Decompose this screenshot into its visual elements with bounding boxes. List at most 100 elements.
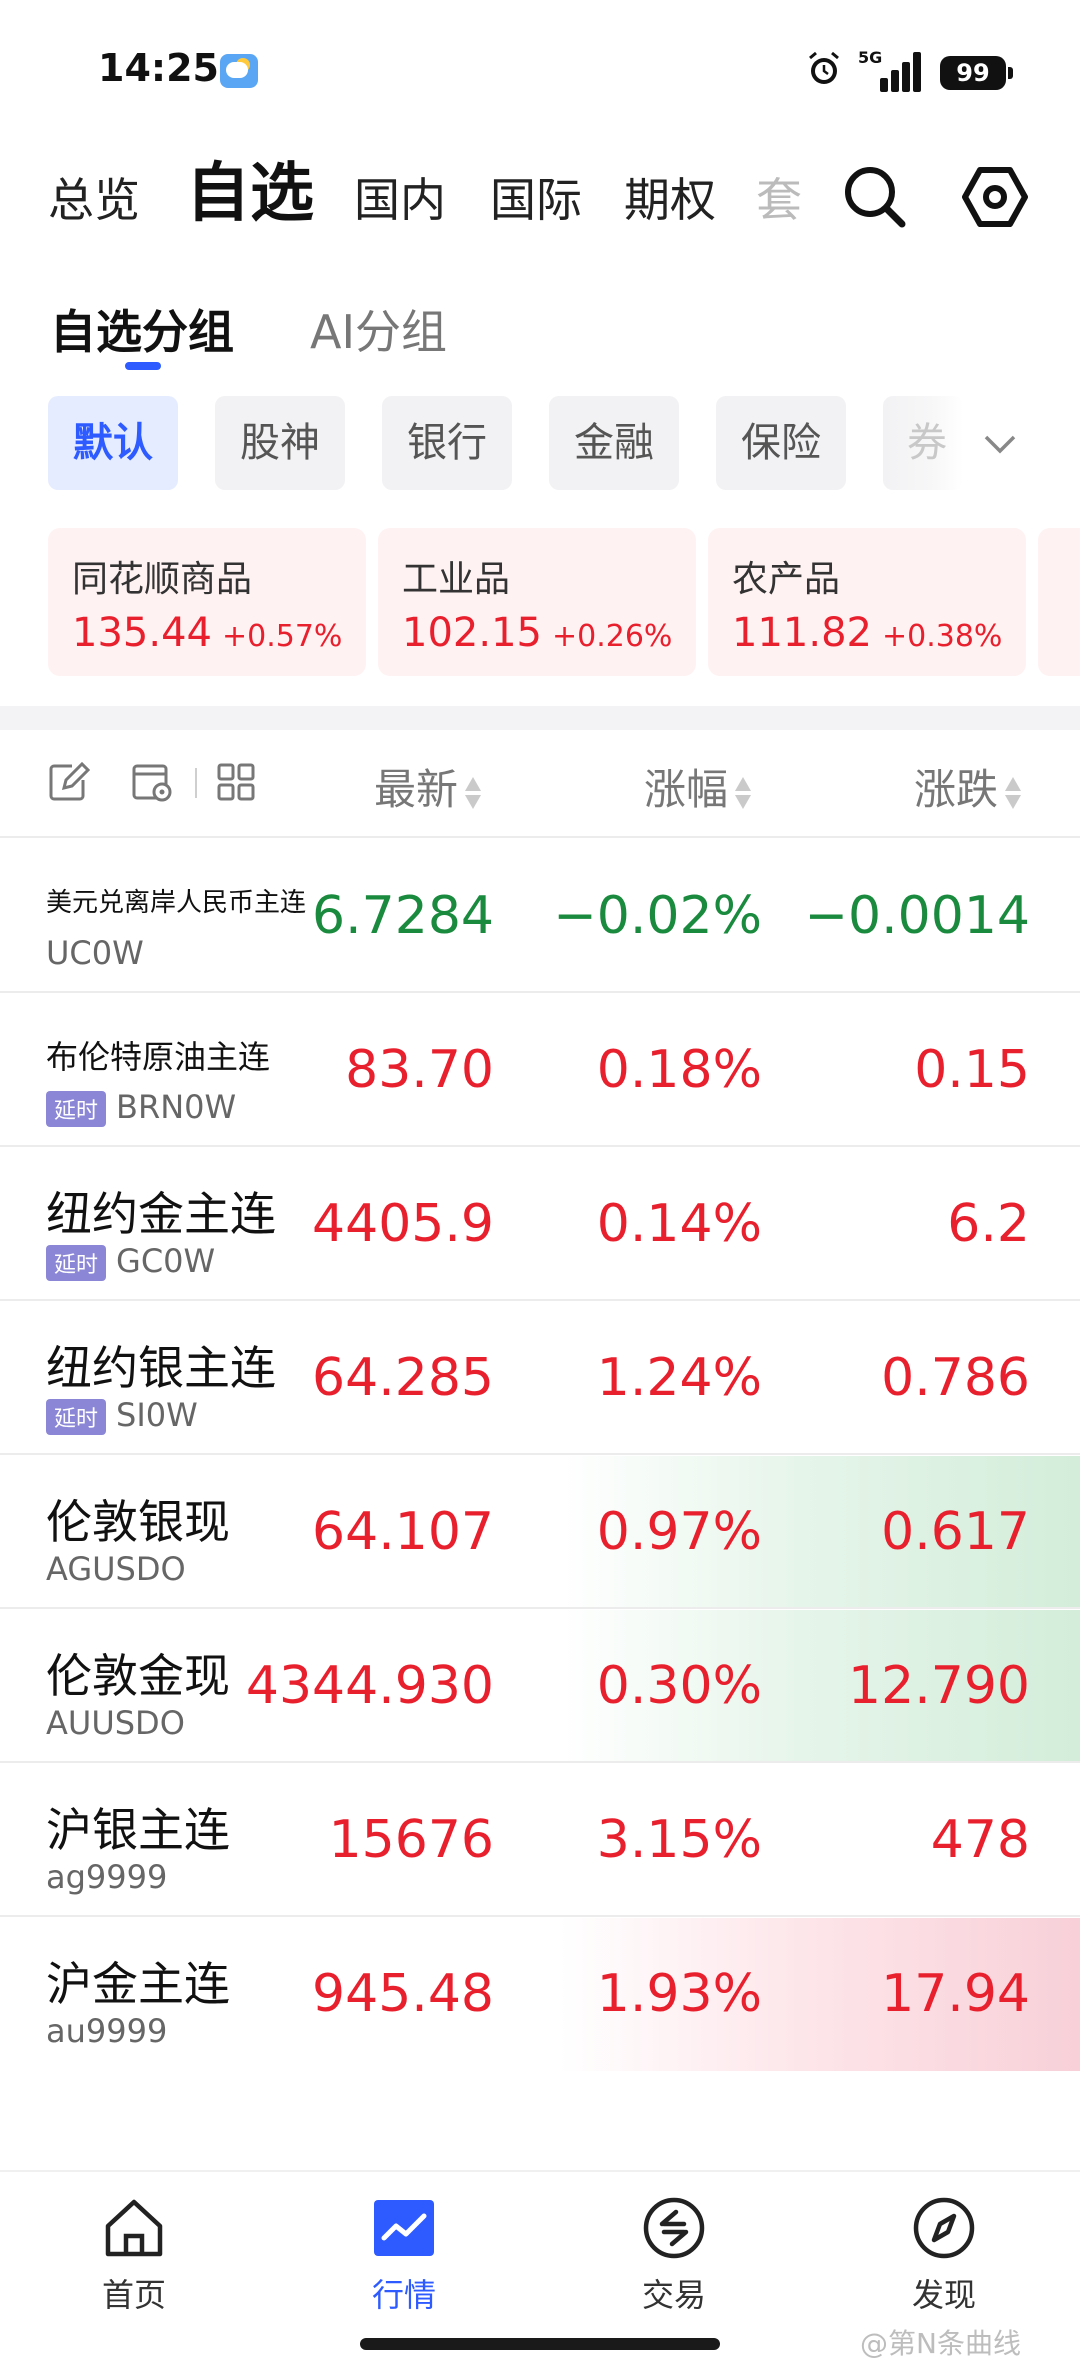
sort-icon (1004, 773, 1022, 813)
index-card-partial[interactable] (1038, 528, 1080, 676)
row-change: 12.790 (848, 1656, 1030, 1716)
signal-icon: 5G (858, 48, 924, 92)
row-pct: 0.18% (596, 1040, 762, 1100)
tab-watchlist[interactable]: 自选 (186, 142, 314, 234)
header-pct[interactable]: 涨幅 (644, 756, 752, 817)
search-icon[interactable] (842, 164, 908, 230)
home-indicator[interactable] (360, 2338, 720, 2350)
weather-icon (220, 54, 258, 88)
battery-icon: 99 (940, 56, 1013, 90)
compass-icon (913, 2197, 975, 2259)
row-code: au9999 (46, 2012, 168, 2050)
row-pct: 1.93% (596, 1964, 762, 2024)
market-chart-icon (374, 2200, 434, 2256)
index-card-name: 农产品 (732, 559, 841, 600)
table-row[interactable]: 布伦特原油主连 延时 BRN0W 83.70 0.18% 0.15 (0, 994, 1080, 1147)
index-card-name: 工业品 (402, 559, 511, 600)
row-code: AUUSDO (46, 1704, 185, 1742)
table-row[interactable]: 纽约金主连 延时 GC0W 4405.9 0.14% 6.2 (0, 1148, 1080, 1301)
header-latest[interactable]: 最新 (374, 756, 482, 817)
row-pct: 0.97% (596, 1502, 762, 1562)
row-change: 0.617 (881, 1502, 1030, 1562)
chip-bank[interactable]: 银行 (382, 396, 512, 490)
subtab-watch-group[interactable]: 自选分组 (50, 296, 234, 362)
table-row[interactable]: 伦敦金现 AUUSDO 4344.930 0.30% 12.790 (0, 1610, 1080, 1763)
chip-securities[interactable]: 券 (883, 396, 963, 490)
row-change: 0.786 (881, 1348, 1030, 1408)
table-row[interactable]: 美元兑离岸人民币主连 UC0W 6.7284 −0.02% −0.0014 (0, 840, 1080, 993)
alarm-icon (809, 51, 839, 84)
grid-view-icon[interactable] (214, 760, 258, 804)
nav-trade[interactable]: 交易 (574, 2194, 774, 2316)
chip-default[interactable]: 默认 (48, 396, 178, 490)
index-card[interactable]: 工业品 102.15 +0.26% (378, 528, 696, 676)
table-row[interactable]: 纽约银主连 延时 SI0W 64.285 1.24% 0.786 (0, 1302, 1080, 1455)
tab-overview[interactable]: 总览 (48, 164, 140, 230)
settings-icon[interactable] (962, 164, 1028, 230)
row-pct: −0.02% (553, 886, 762, 946)
index-card[interactable]: 同花顺商品 135.44 +0.57% (48, 528, 366, 676)
row-latest: 83.70 (345, 1040, 494, 1100)
delay-badge: 延时 (46, 1091, 107, 1127)
delay-badge: 延时 (46, 1399, 107, 1435)
row-latest: 15676 (328, 1810, 494, 1870)
row-change: 17.94 (881, 1964, 1030, 2024)
table-row[interactable]: 伦敦银现 AGUSDO 64.107 0.97% 0.617 (0, 1456, 1080, 1609)
edit-icon[interactable] (46, 760, 90, 804)
row-name: 美元兑离岸人民币主连 (46, 888, 307, 918)
tab-more[interactable]: 套 (756, 164, 802, 230)
nav-discover[interactable]: 发现 (844, 2194, 1044, 2316)
watermark: @第N条曲线 (860, 2327, 1021, 2360)
row-code: 延时 SI0W (46, 1396, 198, 1435)
row-name: 沪银主连 (46, 1803, 230, 1857)
index-card-value: 102.15 +0.26% (402, 610, 673, 656)
index-card-name: 同花顺商品 (72, 559, 253, 600)
chip-insurance[interactable]: 保险 (716, 396, 846, 490)
row-code: AGUSDO (46, 1550, 186, 1588)
row-pct: 1.24% (596, 1348, 762, 1408)
index-card-value: 111.82 +0.38% (732, 610, 1003, 656)
tab-international[interactable]: 国际 (490, 164, 582, 230)
row-latest: 945.48 (312, 1964, 494, 2024)
header-change[interactable]: 涨跌 (914, 756, 1022, 817)
top-nav: 总览 自选 国内 国际 期权 套 (0, 150, 1080, 260)
index-card[interactable]: 农产品 111.82 +0.38% (708, 528, 1026, 676)
table-row[interactable]: 沪银主连 ag9999 15676 3.15% 478 (0, 1764, 1080, 1917)
row-code: ag9999 (46, 1858, 168, 1896)
row-latest: 64.107 (312, 1502, 494, 1562)
subtab-indicator (125, 362, 161, 370)
row-name: 纽约银主连 (46, 1341, 276, 1395)
chevron-down-icon[interactable] (980, 424, 1020, 464)
nav-market[interactable]: 行情 (304, 2194, 504, 2316)
sort-icon (734, 773, 752, 813)
row-code: 延时 BRN0W (46, 1088, 236, 1127)
row-name: 伦敦银现 (46, 1495, 230, 1549)
row-change: 6.2 (947, 1194, 1030, 1254)
sort-icon (464, 773, 482, 813)
row-name: 沪金主连 (46, 1957, 230, 2011)
tab-options[interactable]: 期权 (624, 164, 716, 230)
row-pct: 0.14% (596, 1194, 762, 1254)
row-latest: 64.285 (312, 1348, 494, 1408)
chip-stock-god[interactable]: 股神 (215, 396, 345, 490)
row-change: 0.15 (914, 1040, 1030, 1100)
row-code: UC0W (46, 934, 144, 972)
manage-icon[interactable] (130, 760, 174, 804)
row-pct: 0.30% (596, 1656, 762, 1716)
tab-domestic[interactable]: 国内 (354, 164, 446, 230)
delay-badge: 延时 (46, 1245, 107, 1281)
row-pct: 3.15% (596, 1810, 762, 1870)
row-name: 伦敦金现 (46, 1649, 230, 1703)
subtab-ai-group[interactable]: AI分组 (310, 296, 447, 362)
row-code: 延时 GC0W (46, 1242, 215, 1281)
row-change: 478 (930, 1810, 1030, 1870)
section-divider (0, 706, 1080, 730)
table-row[interactable]: 沪金主连 au9999 945.48 1.93% 17.94 (0, 1918, 1080, 2071)
row-latest: 4344.930 (245, 1656, 494, 1716)
chip-finance[interactable]: 金融 (549, 396, 679, 490)
status-bar: 14:25 5G 99 (0, 0, 1080, 140)
row-change: −0.0014 (804, 886, 1030, 946)
nav-home[interactable]: 首页 (34, 2194, 234, 2316)
row-latest: 4405.9 (312, 1194, 494, 1254)
nav-trade-label: 交易 (641, 2276, 706, 2314)
